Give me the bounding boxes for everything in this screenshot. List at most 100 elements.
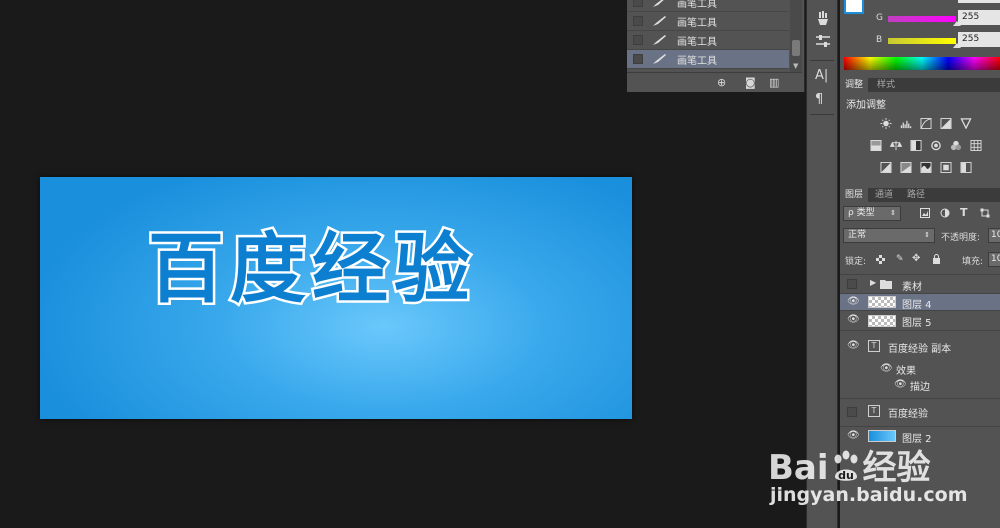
scroll-down-arrow-icon[interactable]: ▼ — [793, 62, 798, 70]
channel-value-field[interactable]: 255 — [958, 32, 1000, 47]
eye-icon[interactable]: 👁 — [847, 314, 860, 325]
layer-row-group[interactable]: ▶ 素材 — [840, 274, 1000, 293]
watermark-url: jingyan.baidu.com — [770, 484, 968, 506]
history-footer: ⊕ ◙ ▥ — [627, 72, 802, 92]
tab-paths[interactable]: 路径 — [902, 188, 930, 202]
visibility-toggle-off[interactable] — [847, 279, 857, 289]
history-panel: 画笔工具 画笔工具 画笔工具 画笔工具 ▼ ⊕ ◙ ▥ — [627, 0, 805, 92]
filter-pixel-icon[interactable] — [920, 208, 930, 218]
threshold-icon[interactable] — [920, 162, 932, 173]
layer-row-text[interactable]: 👁 T 百度经验 副本 — [840, 330, 1000, 360]
color-lookup-icon[interactable] — [970, 140, 982, 151]
history-source-checkbox[interactable] — [633, 54, 643, 64]
hue-sat-icon[interactable] — [870, 140, 882, 151]
new-snapshot-icon[interactable]: ⊕ — [717, 76, 726, 89]
camera-icon[interactable]: ◙ — [745, 76, 756, 89]
history-scrollbar[interactable]: ▼ — [790, 0, 802, 72]
fill-label: 填充: — [962, 257, 984, 267]
layer-name: 百度经验 副本 — [888, 344, 952, 355]
blend-mode-select[interactable]: 正常 ⇕ — [843, 228, 935, 243]
scrollbar-thumb[interactable] — [792, 40, 800, 56]
divider — [810, 60, 834, 61]
layer-filter-select[interactable]: ρ 类型 ⇕ — [843, 206, 901, 221]
history-source-checkbox[interactable] — [633, 0, 643, 7]
layer-name: 图层 5 — [902, 318, 932, 329]
lock-transparent-pixels-icon[interactable] — [876, 255, 885, 264]
filter-shape-icon[interactable] — [980, 208, 990, 218]
fill-input[interactable]: 10 — [988, 252, 1000, 267]
black-white-icon[interactable] — [910, 140, 922, 151]
channel-label: G — [876, 13, 883, 23]
watermark: Bai du 经验 jingyan.baidu.com — [768, 440, 1000, 528]
eye-icon[interactable]: 👁 — [847, 296, 860, 307]
brush-icon — [651, 52, 667, 66]
color-balance-icon[interactable] — [890, 140, 902, 151]
svg-text:du: du — [838, 469, 854, 482]
history-item[interactable]: 画笔工具 — [627, 0, 789, 12]
history-item-label: 画笔工具 — [677, 36, 717, 48]
brightness-icon[interactable] — [880, 118, 892, 129]
brush-presets-icon[interactable] — [815, 10, 831, 30]
opacity-input[interactable]: 10 — [988, 228, 1000, 243]
color-spectrum-ramp[interactable] — [844, 57, 1000, 70]
channel-mixer-icon[interactable] — [950, 140, 962, 151]
levels-icon[interactable] — [900, 118, 912, 129]
tab-channels[interactable]: 通道 — [870, 188, 898, 202]
paragraph-icon[interactable]: ¶ — [815, 92, 823, 107]
effects-label: 效果 — [896, 366, 916, 377]
eye-icon[interactable]: 👁 — [880, 363, 893, 374]
logo-text-right: 经验 — [862, 448, 931, 488]
history-item-selected[interactable]: 画笔工具 — [627, 50, 789, 69]
channel-value-field[interactable]: 255 — [958, 10, 1000, 25]
layer-name: 图层 4 — [902, 300, 932, 311]
channel-label: B — [876, 35, 883, 45]
visibility-toggle-off[interactable] — [847, 407, 857, 417]
channel-value-field[interactable]: 255 — [958, 0, 1000, 3]
layer-name: 素材 — [902, 282, 922, 293]
history-item[interactable]: 画笔工具 — [627, 31, 789, 50]
vibrance-icon[interactable] — [960, 118, 972, 129]
history-source-checkbox[interactable] — [633, 35, 643, 45]
trash-icon[interactable]: ▥ — [769, 76, 779, 89]
history-item-label: 画笔工具 — [677, 55, 717, 67]
chevron-updown-icon: ⇕ — [924, 231, 930, 239]
layer-effects: 👁 效果 👁 描边 — [840, 360, 1000, 393]
channel-gradient-bar[interactable] — [888, 38, 956, 44]
history-item[interactable]: 画笔工具 — [627, 12, 789, 31]
expand-arrow-icon[interactable]: ▶ — [870, 278, 876, 287]
history-item-label: 画笔工具 — [677, 17, 717, 29]
layer-row-text[interactable]: T 百度经验 — [840, 398, 1000, 424]
lock-image-pixels-icon[interactable]: ✎ — [896, 254, 904, 264]
eye-icon[interactable]: 👁 — [847, 340, 860, 351]
exposure-icon[interactable] — [940, 118, 952, 129]
tab-layers[interactable]: 图层 — [840, 188, 869, 202]
layer-row[interactable]: 👁 图层 5 — [840, 310, 1000, 330]
character-icon[interactable]: A| — [815, 68, 828, 83]
folder-icon — [880, 280, 892, 289]
selective-color-icon[interactable] — [940, 162, 952, 173]
lock-position-icon[interactable]: ✥ — [912, 253, 920, 264]
divider — [810, 114, 834, 115]
color-slider-b: B 255 — [840, 32, 1000, 48]
layer-row-selected[interactable]: 👁 图层 4 — [840, 293, 1000, 311]
adjustments-title: 添加调整 — [846, 100, 886, 111]
history-source-checkbox[interactable] — [633, 16, 643, 26]
canvas-document[interactable]: 百度经验 — [40, 177, 632, 419]
brush-icon — [651, 0, 667, 9]
curves-icon[interactable] — [920, 118, 932, 129]
lock-all-icon[interactable] — [932, 254, 941, 264]
color-slider-g: G 255 — [840, 10, 1000, 26]
layer-filter-label: ρ 类型 — [848, 208, 875, 218]
eye-icon[interactable]: 👁 — [894, 379, 907, 390]
gradient-map-icon[interactable] — [960, 162, 972, 173]
text-layer-icon: T — [868, 405, 880, 417]
adjust-sliders-icon[interactable] — [815, 34, 831, 52]
invert-icon[interactable] — [880, 162, 892, 173]
channel-gradient-bar[interactable] — [888, 16, 956, 22]
posterize-icon[interactable] — [900, 162, 912, 173]
tab-styles[interactable]: 样式 — [872, 78, 900, 92]
filter-type-icon[interactable]: T — [960, 206, 968, 219]
photo-filter-icon[interactable] — [930, 140, 942, 151]
filter-adjustment-icon[interactable] — [940, 208, 950, 218]
tab-adjustments[interactable]: 调整 — [840, 78, 869, 92]
